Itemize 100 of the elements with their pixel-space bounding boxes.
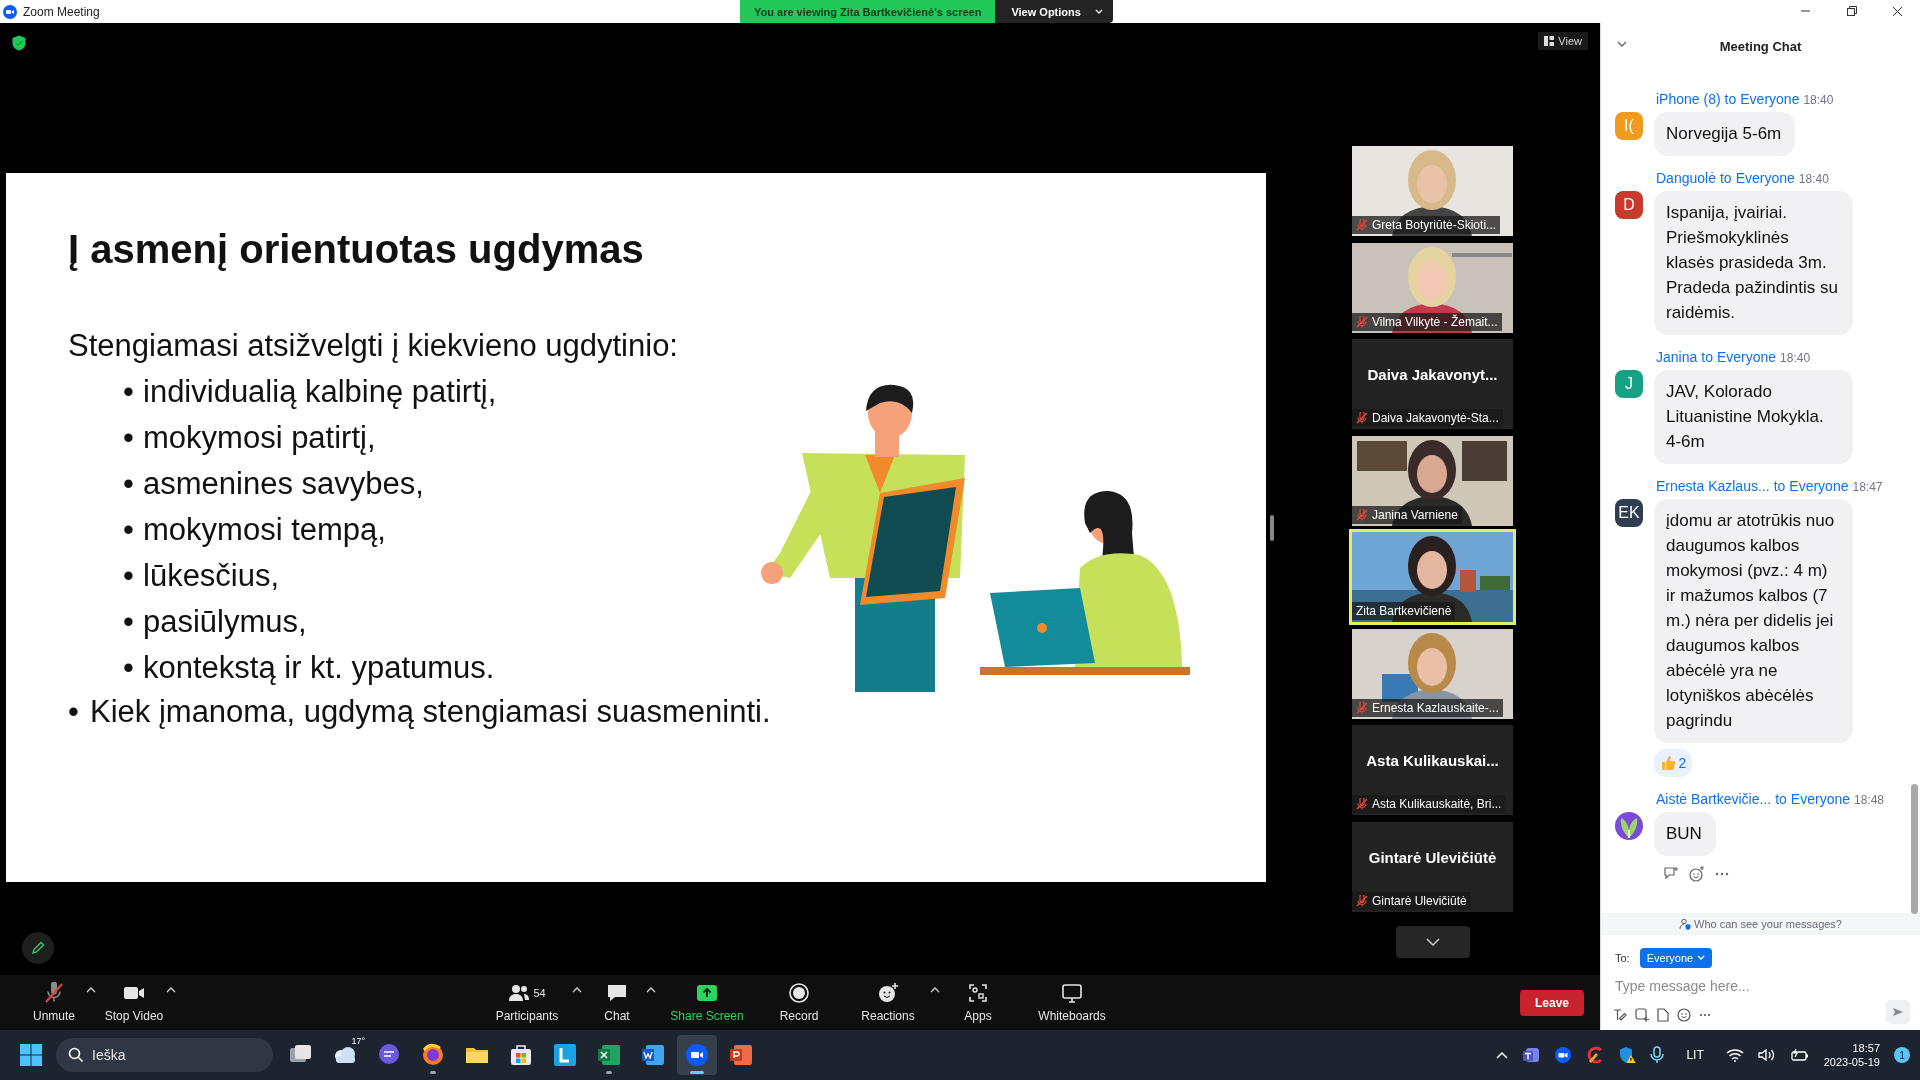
shield-warning-icon[interactable] — [1618, 1046, 1637, 1064]
avatar: J — [1615, 370, 1643, 398]
file-icon[interactable] — [1657, 1008, 1669, 1022]
message-bubble: įdomu ar atotrūkis nuo daugumos kalbos mokymosi (pvz.: 4 m) ir mažumos kalbos (7 m.) nėra per didelis jei daugumos kalbos abėcėlė yra ne lotyniškos abėcėlės pagrindu — [1654, 499, 1853, 743]
recipient-name[interactable]: Everyone — [1790, 791, 1850, 807]
person-shield-icon — [1679, 918, 1691, 930]
toolbar-button[interactable]: Reactions — [848, 982, 928, 1023]
chevron-down-icon[interactable] — [1617, 41, 1627, 47]
send-button[interactable] — [1886, 1000, 1910, 1024]
close-icon[interactable] — [1891, 6, 1903, 17]
caret-up-icon — [572, 986, 582, 994]
grid-view-icon — [1544, 36, 1555, 46]
toolbar-button[interactable]: Apps — [948, 982, 1008, 1023]
reaction-chip[interactable]: 2 — [1654, 749, 1692, 777]
message-time: 18:40 — [1803, 93, 1834, 107]
to-label: to — [1724, 91, 1737, 107]
add-reaction-icon[interactable] — [1689, 866, 1705, 882]
clock-date[interactable]: 2023-05-19 — [1823, 1055, 1880, 1069]
bullet-mark: • — [68, 693, 80, 731]
app-tile-icon[interactable] — [552, 1042, 578, 1068]
clock-time[interactable]: 18:57 — [1852, 1041, 1880, 1055]
sender-name[interactable]: Aistė Bartkevičie... — [1656, 791, 1772, 807]
taskbar-button[interactable] — [677, 1035, 717, 1075]
recipient-name[interactable]: Everyone — [1735, 170, 1795, 186]
leave-button[interactable]: Leave — [1519, 989, 1584, 1016]
sender-name[interactable]: Danguolė — [1656, 170, 1716, 186]
language-indicator[interactable]: LIT — [1686, 1048, 1704, 1062]
search-field[interactable]: Ieška — [56, 1038, 273, 1072]
participant-display-name: Gintarė Ulevičiūtė — [1367, 848, 1498, 866]
to-label: to — [1719, 170, 1732, 186]
to-label: to — [1701, 349, 1713, 365]
leaf-avatar-icon — [1615, 812, 1643, 840]
view-options-button[interactable]: View Options — [995, 0, 1113, 23]
search-icon — [68, 1047, 84, 1063]
windows-start-icon[interactable] — [20, 1044, 42, 1066]
bullet-text: individualią kalbinę patirtį, — [143, 373, 497, 411]
resize-handle[interactable] — [1270, 515, 1274, 541]
sender-name[interactable]: iPhone (8) — [1656, 91, 1721, 107]
recipient-dropdown[interactable]: Everyone — [1639, 948, 1713, 968]
emoji-icon[interactable] — [1677, 1008, 1691, 1022]
bullet-text: kontekstą ir kt. ypatumus. — [143, 649, 495, 687]
participant-name: Janina Varniene — [1372, 507, 1458, 522]
more-tiles-button[interactable] — [1395, 926, 1470, 958]
toolbar-button[interactable]: Stop Video — [104, 982, 164, 1023]
restore-icon[interactable] — [1845, 6, 1857, 17]
caret-up-icon — [166, 986, 176, 994]
recipient-name[interactable]: Everyone — [1716, 349, 1777, 365]
bullet-mark: • — [123, 373, 135, 411]
apps-icon — [967, 982, 989, 1004]
battery-icon[interactable] — [1789, 1048, 1810, 1062]
volume-icon[interactable] — [1757, 1048, 1776, 1062]
caret-up-icon[interactable] — [1496, 1051, 1509, 1059]
presentation-icon[interactable] — [728, 1042, 754, 1068]
more-icon[interactable] — [1715, 872, 1729, 876]
wifi-icon[interactable] — [1725, 1048, 1744, 1062]
sender-name[interactable]: Ernesta Kazlaus... — [1656, 478, 1770, 494]
scrollbar[interactable] — [1911, 784, 1918, 914]
security-shield-icon — [12, 35, 26, 51]
smiley-plus-icon — [877, 982, 899, 1004]
participant-name: Gintarė Ulevičiūtė — [1372, 893, 1467, 908]
notification-badge[interactable]: 1 — [1894, 1047, 1910, 1063]
toolbar-button[interactable]: Record — [764, 982, 834, 1023]
document-icon[interactable] — [640, 1042, 666, 1068]
caret-up-icon — [646, 986, 656, 994]
message-bubble: Norvegija 5-6m — [1654, 112, 1796, 156]
chat-bubble-icon — [606, 982, 628, 1004]
shopping-bag-icon[interactable] — [508, 1042, 534, 1068]
toolbar-button[interactable]: 54 Participants — [484, 982, 570, 1023]
view-button[interactable]: View — [1538, 32, 1588, 50]
format-text-icon[interactable] — [1613, 1008, 1627, 1022]
participant-display-name: Daiva Jakavonyt... — [1366, 366, 1499, 383]
annotate-button[interactable] — [22, 932, 54, 964]
screenshot-icon[interactable] — [1635, 1008, 1649, 1022]
message-bubble: BUN — [1654, 812, 1716, 856]
recipient-name[interactable]: Everyone — [1740, 91, 1800, 107]
video-camera-icon[interactable] — [684, 1042, 710, 1068]
to-label: to — [1773, 478, 1786, 494]
toolbar-button[interactable]: Unmute — [24, 982, 84, 1023]
reply-icon[interactable] — [1663, 866, 1679, 882]
more-icon[interactable] — [1699, 1013, 1711, 1017]
video-camera-icon[interactable] — [1554, 1046, 1573, 1064]
bullet-text: asmenines savybes, — [143, 465, 424, 503]
toolbar-button[interactable]: Share Screen — [664, 982, 750, 1023]
browser-icon[interactable] — [420, 1042, 446, 1068]
bullet-text: mokymosi tempą, — [143, 511, 386, 549]
spreadsheet-icon[interactable] — [596, 1042, 622, 1068]
chevron-down-icon — [1697, 955, 1706, 961]
share-banner: You are viewing Zita Bartkevičienė's screen — [740, 0, 996, 23]
recipient-name[interactable]: Everyone — [1789, 478, 1849, 494]
thumbs-up-icon — [1659, 755, 1676, 771]
to-label: to — [1775, 791, 1787, 807]
sender-name[interactable]: Janina — [1656, 349, 1698, 365]
bullet-mark: • — [123, 465, 135, 503]
toolbar-button[interactable]: Chat — [590, 982, 644, 1023]
toolbar-button[interactable]: Whiteboards — [1022, 982, 1122, 1023]
team-app-icon[interactable] — [1522, 1046, 1541, 1064]
app-logo-icon — [3, 4, 17, 19]
microphone-icon[interactable] — [1650, 1046, 1665, 1064]
bullet-mark: • — [123, 603, 135, 641]
window-title: Zoom Meeting — [23, 4, 100, 19]
